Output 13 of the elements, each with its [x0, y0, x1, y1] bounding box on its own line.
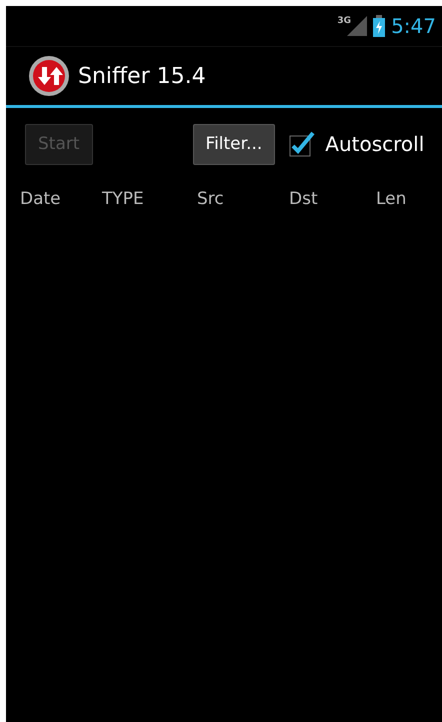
battery-icon: [373, 15, 386, 37]
column-header: Len: [376, 189, 408, 209]
column-header: Dst: [289, 189, 319, 209]
autoscroll-checkbox[interactable]: [289, 131, 316, 157]
column-header: Src: [197, 189, 225, 209]
app-title: Sniffer 15.4: [78, 64, 206, 88]
clock-time: 5:47: [391, 14, 436, 38]
column-header: TYPE: [102, 189, 145, 209]
network-type: 3G: [337, 16, 352, 26]
filter-button[interactable]: Filter...: [192, 124, 276, 164]
app-logo-icon[interactable]: [28, 55, 70, 97]
autoscroll-label: Autoscroll: [325, 132, 424, 156]
column-header: Date: [20, 189, 62, 209]
